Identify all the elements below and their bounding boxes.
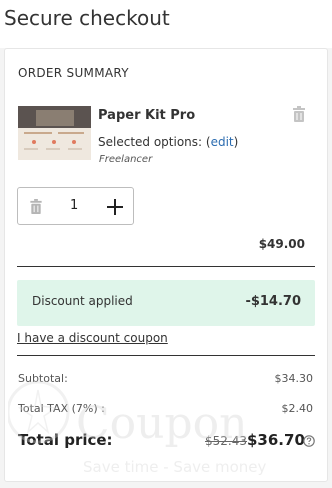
order-summary-panel: ORDER SUMMARY Paper Kit Pro Selected opt… — [4, 48, 328, 482]
discount-coupon-link[interactable]: I have a discount coupon — [17, 331, 168, 345]
discount-label: Discount applied — [32, 294, 133, 308]
subtotal-label: Subtotal: — [18, 372, 68, 385]
trash-icon[interactable] — [292, 106, 306, 122]
order-summary-title: ORDER SUMMARY — [18, 66, 129, 80]
total-price-label: Total price: — [18, 431, 113, 449]
selected-options-prefix: Selected options: ( — [98, 135, 211, 149]
quantity-value[interactable]: 1 — [70, 198, 78, 213]
discount-applied-box: Discount applied -$14.70 — [17, 280, 315, 326]
tax-label: Total TAX (7%) : — [18, 402, 105, 415]
plus-icon[interactable] — [106, 198, 124, 216]
selected-option-value: Freelancer — [99, 154, 153, 165]
quantity-stepper[interactable]: 1 — [17, 187, 134, 225]
question-circle-icon[interactable] — [303, 435, 315, 447]
selected-options: Selected options: (edit) — [98, 135, 238, 149]
product-thumbnail — [18, 106, 91, 160]
discount-amount: -$14.70 — [245, 294, 301, 309]
total-price-value: $36.70 — [247, 431, 305, 449]
line-item-price: $49.00 — [258, 237, 305, 251]
subtotal-value: $34.30 — [274, 372, 314, 385]
original-price: $52.43 — [205, 434, 247, 448]
divider — [17, 266, 315, 267]
trash-icon[interactable] — [29, 199, 43, 214]
selected-options-suffix: ) — [233, 135, 239, 149]
header: Secure checkout — [0, 0, 332, 48]
tax-value: $2.40 — [281, 402, 314, 415]
product-name: Paper Kit Pro — [98, 108, 196, 123]
divider — [17, 355, 315, 356]
page-title: Secure checkout — [4, 6, 170, 30]
edit-options-link[interactable]: edit — [211, 135, 234, 149]
